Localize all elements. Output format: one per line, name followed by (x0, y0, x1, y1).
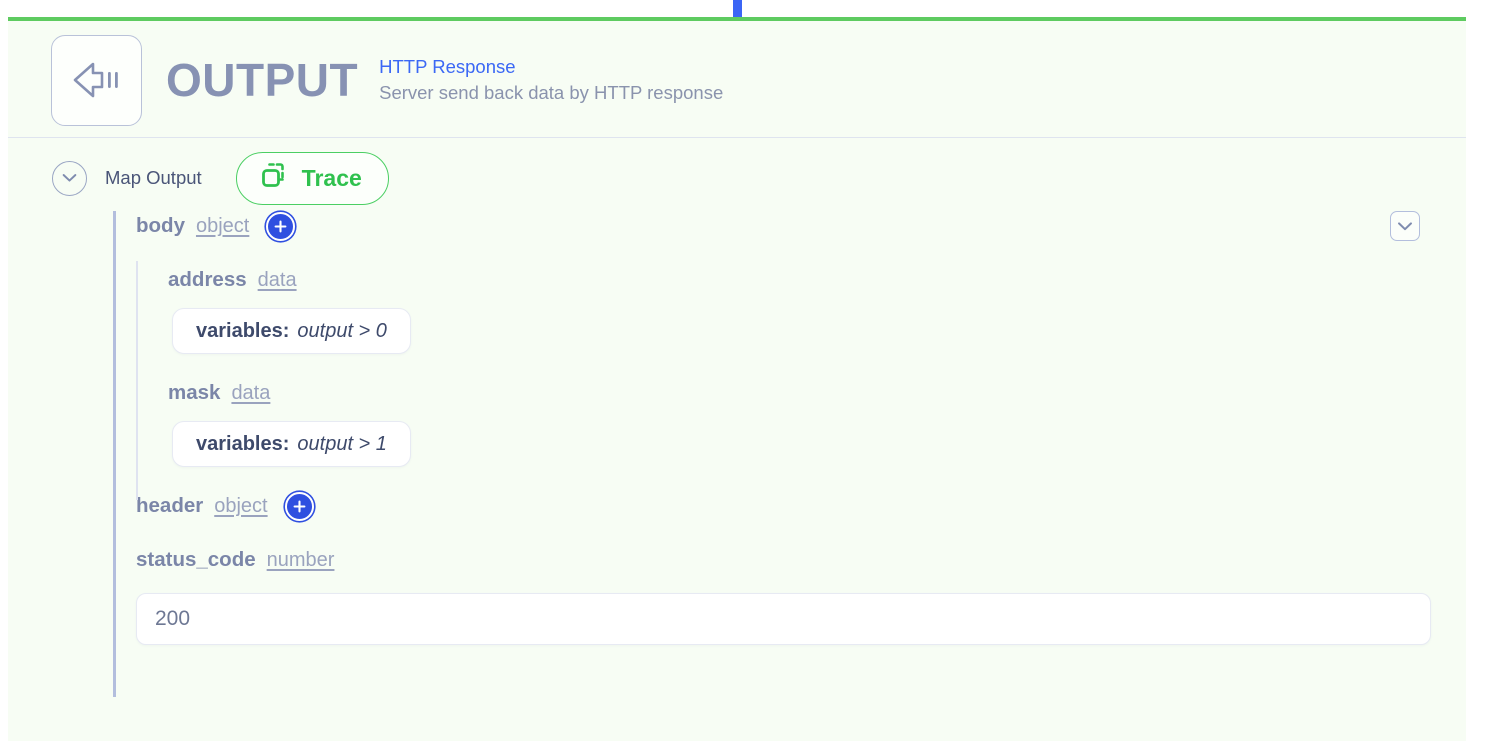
field-row-address: address data (168, 265, 1466, 295)
field-name-address: address (168, 267, 247, 291)
flow-canvas: OUTPUT HTTP Response Server send back da… (0, 0, 1493, 741)
variable-chip-key: variables: (196, 320, 290, 342)
tree-inner: body object address data variables: outp… (113, 211, 1466, 645)
trace-button[interactable]: Trace (235, 151, 389, 205)
field-row-header: header object (136, 491, 1466, 521)
field-name-mask: mask (168, 380, 221, 404)
field-row-status-code: status_code number (136, 545, 1466, 575)
field-type-body[interactable]: object (196, 216, 249, 236)
field-type-mask[interactable]: data (231, 383, 270, 403)
copy-squares-icon (259, 161, 288, 195)
field-type-header[interactable]: object (214, 496, 267, 516)
field-row-mask: mask data (168, 378, 1466, 408)
map-output-toolbar: Map Output Trace (8, 138, 1466, 205)
body-children: address data variables: output > 0 mask … (136, 265, 1466, 467)
variable-chip-value: output > 1 (297, 433, 387, 455)
variable-chip-mask[interactable]: variables: output > 1 (172, 421, 411, 467)
plus-circle-icon (293, 500, 306, 512)
trace-label: Trace (301, 164, 362, 191)
output-schema-tree: body object address data variables: outp… (8, 211, 1466, 697)
output-arrow-icon (51, 34, 142, 126)
field-name-status-code: status_code (136, 547, 256, 571)
add-header-property-button[interactable] (284, 491, 314, 521)
variable-chip-key: variables: (196, 433, 290, 455)
variable-chip-address[interactable]: variables: output > 0 (172, 308, 411, 354)
field-type-address[interactable]: data (258, 270, 297, 290)
field-name-header: header (136, 493, 204, 517)
variable-chip-value: output > 0 (297, 320, 387, 342)
field-name-body: body (136, 213, 185, 237)
plus-circle-icon (274, 220, 287, 232)
add-body-property-button[interactable] (266, 211, 296, 241)
node-title: OUTPUT (166, 54, 359, 106)
map-output-label: Map Output (105, 167, 202, 188)
map-output-collapse-toggle[interactable] (52, 160, 87, 196)
node-meta: HTTP Response Server send back data by H… (379, 55, 724, 104)
status-code-input[interactable] (136, 593, 1431, 645)
field-type-status-code[interactable]: number (267, 550, 335, 570)
field-row-body: body object (136, 211, 1466, 241)
chevron-down-icon (62, 174, 77, 182)
node-type-label: HTTP Response (379, 55, 516, 77)
node-description: Server send back data by HTTP response (379, 82, 724, 103)
tree-guide-inner (136, 261, 138, 500)
node-header: OUTPUT HTTP Response Server send back da… (8, 21, 1466, 138)
output-node-card: OUTPUT HTTP Response Server send back da… (8, 17, 1466, 741)
